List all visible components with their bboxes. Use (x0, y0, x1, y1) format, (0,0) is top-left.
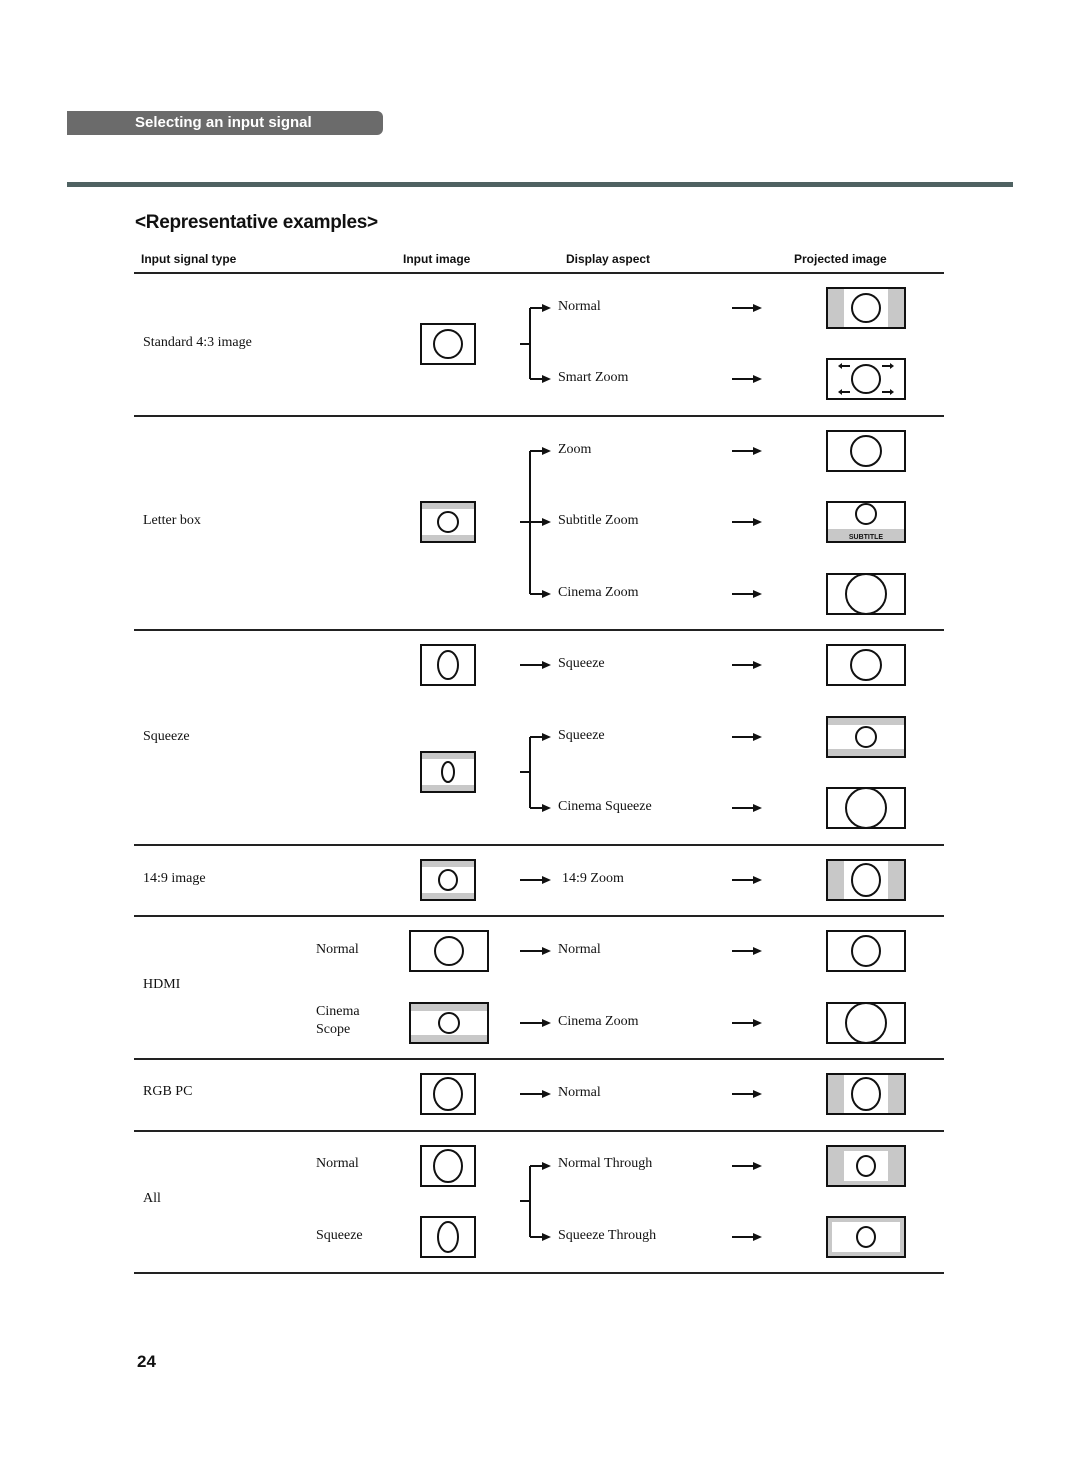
arrow-icon (753, 590, 762, 598)
stretch-arrow-icon (838, 389, 842, 395)
stretch-arrow-icon (838, 363, 842, 369)
oval-shape (437, 650, 459, 680)
arrow-icon (542, 1019, 551, 1027)
arrow-icon (753, 1090, 762, 1098)
subtitle-label: SUBTITLE (849, 534, 884, 541)
arrowhead (542, 1233, 551, 1241)
arrowhead (542, 1162, 551, 1170)
circle-shape (438, 869, 458, 891)
circle-shape (845, 573, 887, 615)
arrow-icon (753, 518, 762, 526)
arrow-icon (753, 1233, 762, 1241)
arrowhead (542, 804, 551, 812)
stretch-arrow-icon (890, 363, 894, 369)
projected-image-frame (826, 1002, 906, 1044)
arrowhead (542, 733, 551, 741)
circle-shape (851, 364, 881, 394)
circle-shape (434, 936, 464, 966)
circle-shape (845, 1002, 887, 1044)
circle-shape (851, 935, 881, 967)
circle-shape (438, 1012, 460, 1034)
arrow-icon (542, 947, 551, 955)
input-image-frame (420, 1073, 476, 1115)
circle-shape (855, 726, 877, 748)
projected-image-frame (826, 787, 906, 829)
arrow-icon (753, 947, 762, 955)
stretch-arrow-icon (890, 389, 894, 395)
arrow-icon (753, 1162, 762, 1170)
arrow-icon (542, 661, 551, 669)
input-image-frame (420, 1145, 476, 1187)
arrow-icon (753, 304, 762, 312)
picture-area (844, 859, 888, 901)
circle-shape (845, 787, 887, 829)
picture-area (844, 1073, 888, 1115)
arrowhead (542, 590, 551, 598)
oval-shape (433, 1077, 463, 1111)
aspect-diagram: SUBTITLE (409, 287, 906, 1258)
arrow-icon (753, 1019, 762, 1027)
arrow-icon (542, 1090, 551, 1098)
oval-shape (437, 1221, 459, 1253)
arrowhead (542, 447, 551, 455)
projected-image-frame (826, 573, 906, 615)
arrowhead (542, 518, 551, 526)
arrowhead (542, 375, 551, 383)
arrow-icon (753, 375, 762, 383)
arrow-icon (542, 876, 551, 884)
oval-shape (433, 1149, 463, 1183)
arrow-icon (753, 804, 762, 812)
arrow-icon (753, 447, 762, 455)
oval-shape (441, 761, 455, 783)
arrowhead (542, 304, 551, 312)
arrow-icon (753, 876, 762, 884)
circle-shape (850, 649, 882, 681)
arrow-icon (753, 733, 762, 741)
arrow-icon (753, 661, 762, 669)
circle-shape (850, 435, 882, 467)
